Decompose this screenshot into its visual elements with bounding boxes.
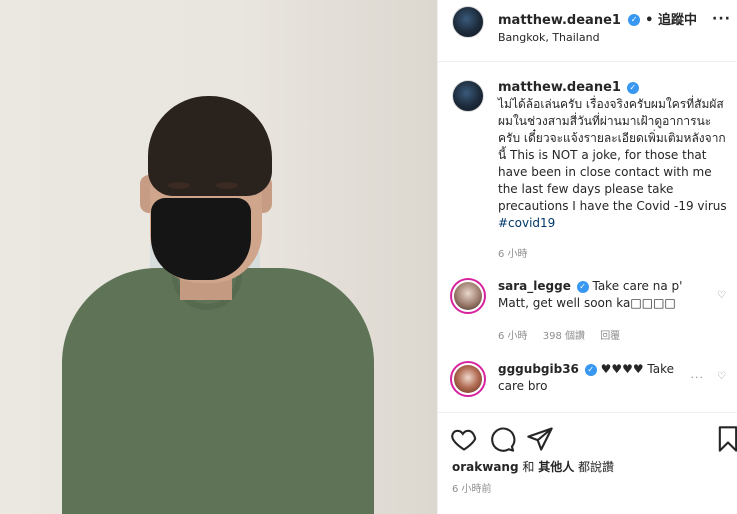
comment-more-icon[interactable]: ··· <box>691 371 705 384</box>
caption-body: matthew.deane1 ✓ ไม่ได้ล้อเล่นครับ เรื่อ… <box>498 72 730 263</box>
more-icon[interactable]: ··· <box>712 11 731 27</box>
face-mask <box>151 198 251 280</box>
comment-like-icon[interactable]: ♡ <box>717 371 726 382</box>
action-bar <box>438 412 737 462</box>
comment-item: sara_legge ✓ Take care na p' Matt, get w… <box>438 278 737 345</box>
comment-icon[interactable] <box>488 425 516 453</box>
caption-time: 6 小時 <box>498 249 528 260</box>
caption: matthew.deane1 ✓ ไม่ได้ล้อเล่นครับ เรื่อ… <box>438 72 737 263</box>
bookmark-icon[interactable] <box>714 425 737 453</box>
post-time: 6 小時前 <box>452 484 492 495</box>
liked-by-suffix: 都說讚 <box>574 460 615 474</box>
post-header: matthew.deane1 ✓ • 追蹤中 Bangkok, Thailand… <box>438 0 737 62</box>
comment-meta: 6 小時 398 個讚 回覆 <box>498 328 706 345</box>
comment-item: gggubgib36 ✓ ♥♥♥♥ Take care bro ··· ♡ <box>438 361 737 397</box>
comment-likes[interactable]: 398 個讚 <box>543 331 585 342</box>
verified-icon: ✓ <box>626 81 639 94</box>
caption-hashtag[interactable]: #covid19 <box>498 216 555 230</box>
author-username[interactable]: matthew.deane1 <box>498 13 621 28</box>
liked-by: orakwang 和 其他人 都說讚 <box>452 458 614 475</box>
post-location[interactable]: Bangkok, Thailand <box>498 31 697 44</box>
author-avatar[interactable] <box>452 6 484 38</box>
comment-body: gggubgib36 ✓ ♥♥♥♥ Take care bro <box>498 361 688 395</box>
share-icon[interactable] <box>526 425 554 453</box>
heart-icon[interactable] <box>450 425 478 453</box>
comment-body: sara_legge ✓ Take care na p' Matt, get w… <box>498 278 706 345</box>
liked-by-user[interactable]: orakwang <box>452 460 519 474</box>
verified-icon: ✓ <box>584 363 597 376</box>
header-text: matthew.deane1 ✓ • 追蹤中 Bangkok, Thailand <box>498 9 697 44</box>
comment-username[interactable]: sara_legge <box>498 279 571 293</box>
comment-time: 6 小時 <box>498 331 528 342</box>
verified-icon: ✓ <box>576 280 589 293</box>
comment-username[interactable]: gggubgib36 <box>498 362 579 376</box>
caption-avatar[interactable] <box>452 80 484 112</box>
post-panel: matthew.deane1 ✓ • 追蹤中 Bangkok, Thailand… <box>437 0 737 514</box>
commenter-avatar[interactable] <box>450 361 486 397</box>
liked-by-connector: 和 <box>518 460 539 474</box>
person-eye-right <box>216 182 238 189</box>
caption-text: ไม่ได้ล้อเล่นครับ เรื่องจริงครับผมใครที่… <box>498 97 727 213</box>
reply-button[interactable]: 回覆 <box>600 331 620 342</box>
follow-status[interactable]: • 追蹤中 <box>645 13 697 28</box>
liked-by-others[interactable]: 其他人 <box>538 460 574 474</box>
post-media[interactable] <box>0 0 437 514</box>
verified-icon: ✓ <box>628 13 641 26</box>
person-eye-left <box>168 182 190 189</box>
caption-username[interactable]: matthew.deane1 <box>498 80 621 95</box>
comment-like-icon[interactable]: ♡ <box>717 290 726 301</box>
commenter-avatar[interactable] <box>450 278 486 314</box>
